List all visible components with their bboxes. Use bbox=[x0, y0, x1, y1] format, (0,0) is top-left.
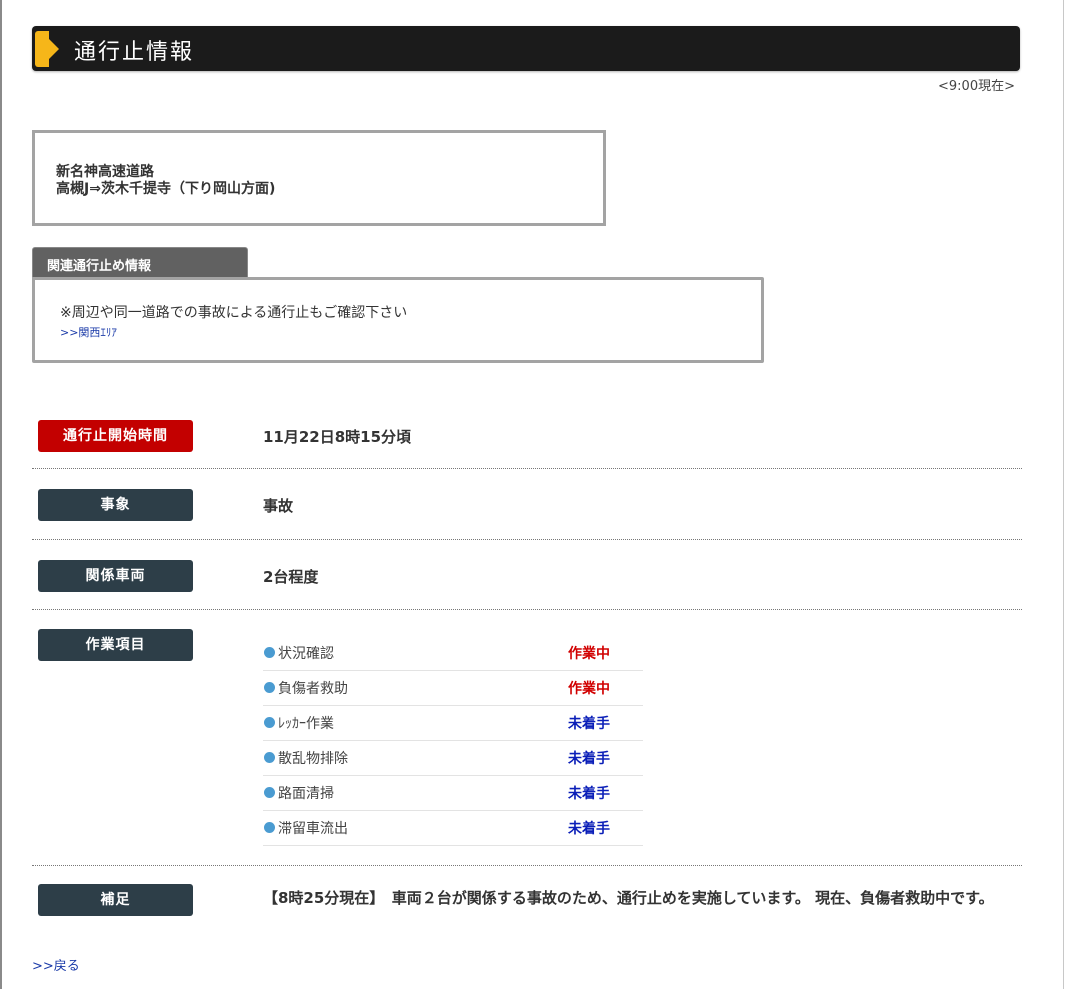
work-item-status: 作業中 bbox=[568, 681, 610, 697]
event-value: 事故 bbox=[263, 497, 294, 515]
related-info-tab-label: 関連通行止め情報 bbox=[47, 259, 152, 274]
work-item-status: 未着手 bbox=[568, 751, 610, 767]
road-info-box: 新名神高速道路 高槻J⇒茨木千提寺（下り岡山方面) bbox=[32, 130, 606, 226]
supplement-label: 補足 bbox=[38, 884, 193, 916]
vehicles-label: 関係車両 bbox=[38, 560, 193, 592]
work-item-name: 滞留車流出 bbox=[278, 821, 348, 837]
kansai-area-link[interactable]: >>関西ｴﾘｱ bbox=[60, 324, 117, 340]
work-item-status: 未着手 bbox=[568, 821, 610, 837]
page-border-left bbox=[0, 0, 2, 989]
bullet-icon bbox=[264, 787, 275, 798]
work-items-label: 作業項目 bbox=[38, 629, 193, 661]
event-label: 事象 bbox=[38, 489, 193, 521]
work-item: 散乱物排除 未着手 bbox=[263, 741, 643, 776]
related-info-tab: 関連通行止め情報 bbox=[32, 247, 248, 279]
arrow-marker-icon bbox=[35, 31, 59, 67]
start-time-value: 11月22日8時15分頃 bbox=[263, 428, 412, 446]
work-item: 状況確認 作業中 bbox=[263, 636, 643, 671]
vehicles-value: 2台程度 bbox=[263, 568, 319, 586]
work-item-status: 未着手 bbox=[568, 716, 610, 732]
supplement-text: 【8時25分現在】 車両２台が関係する事故のため、通行止めを実施しています。 現… bbox=[263, 889, 994, 907]
work-item-name: 状況確認 bbox=[278, 646, 334, 662]
work-item-name: ﾚｯｶｰ作業 bbox=[278, 716, 334, 732]
row-divider bbox=[32, 539, 1022, 540]
bullet-icon bbox=[264, 682, 275, 693]
page-title: 通行止情報 bbox=[74, 40, 195, 65]
bullet-icon bbox=[264, 647, 275, 658]
page-border-right bbox=[1063, 0, 1064, 989]
work-item: 滞留車流出 未着手 bbox=[263, 811, 643, 846]
work-item-name: 負傷者救助 bbox=[278, 681, 348, 697]
work-item: 負傷者救助 作業中 bbox=[263, 671, 643, 706]
back-link[interactable]: >>戻る bbox=[32, 955, 80, 974]
bullet-icon bbox=[264, 752, 275, 763]
page-header: 通行止情報 bbox=[32, 26, 1020, 71]
work-item-status: 作業中 bbox=[568, 646, 610, 662]
work-item: ﾚｯｶｰ作業 未着手 bbox=[263, 706, 643, 741]
row-divider bbox=[32, 468, 1022, 469]
timestamp: <9:00現在> bbox=[938, 79, 1015, 94]
bullet-icon bbox=[264, 717, 275, 728]
work-item-name: 路面清掃 bbox=[278, 786, 334, 802]
bullet-icon bbox=[264, 822, 275, 833]
related-info-box: ※周辺や同一道路での事故による通行止もご確認下さい >>関西ｴﾘｱ bbox=[32, 277, 764, 363]
work-item: 路面清掃 未着手 bbox=[263, 776, 643, 811]
work-item-status: 未着手 bbox=[568, 786, 610, 802]
related-note: ※周辺や同一道路での事故による通行止もご確認下さい bbox=[60, 305, 408, 321]
row-divider bbox=[32, 865, 1022, 866]
road-section: 高槻J⇒茨木千提寺（下り岡山方面) bbox=[56, 181, 276, 197]
start-time-label: 通行止開始時間 bbox=[38, 420, 193, 452]
row-divider bbox=[32, 609, 1022, 610]
work-item-name: 散乱物排除 bbox=[278, 751, 348, 767]
